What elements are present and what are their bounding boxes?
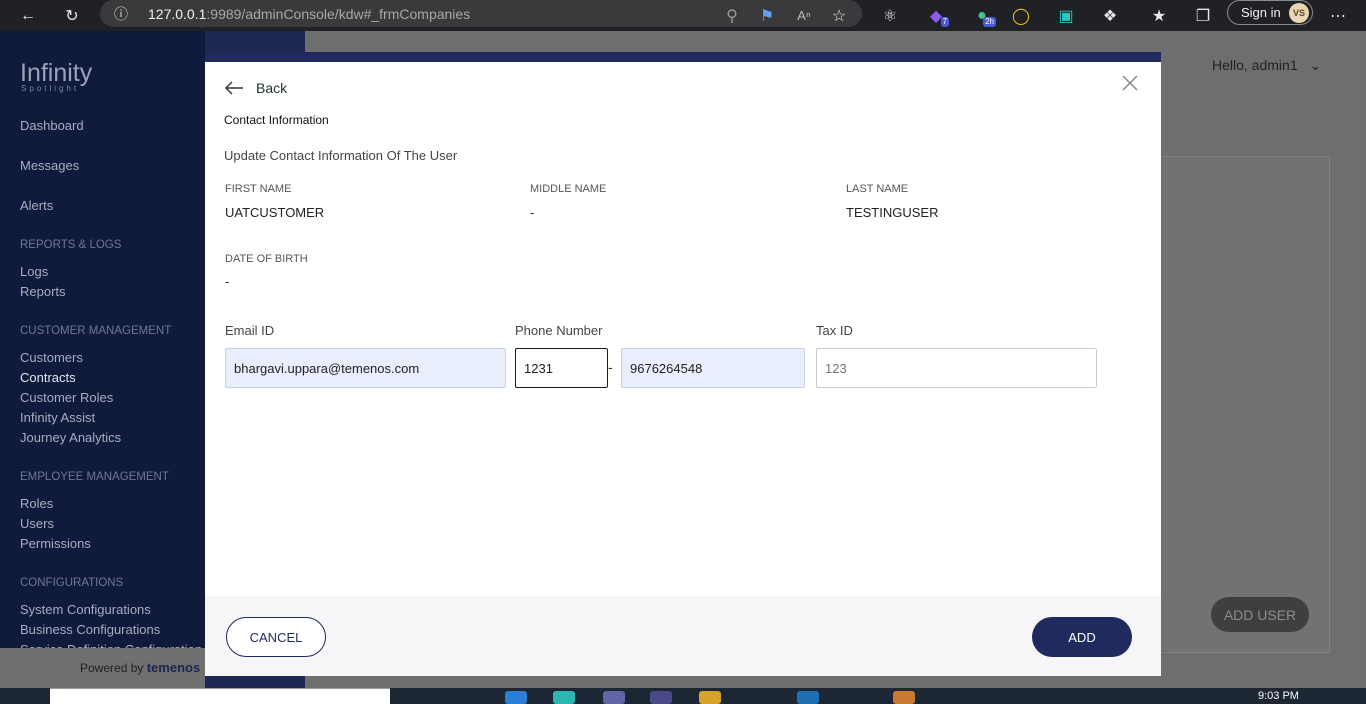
extension-badge: 7 — [940, 17, 949, 27]
sidebar-section-configurations: CONFIGURATIONS — [20, 577, 124, 589]
sign-in-label: Sign in — [1241, 5, 1281, 20]
sign-in-button[interactable]: Sign in VS — [1227, 0, 1313, 25]
sidebar-item-contracts[interactable]: Contracts — [20, 370, 76, 385]
powered-by-label: Powered by — [80, 661, 144, 675]
phone-label: Phone Number — [515, 323, 603, 338]
sidebar-item-infinity-assist[interactable]: Infinity Assist — [20, 410, 95, 425]
browser-toolbar: ← ↻ ⓘ 127.0.0.1:9989/adminConsole/kdw#_f… — [0, 0, 1366, 31]
chevron-down-icon: ⌄ — [1309, 57, 1322, 73]
sidebar-item-reports[interactable]: Reports — [20, 284, 66, 299]
app-icon[interactable] — [797, 691, 819, 704]
sidebar-item-logs[interactable]: Logs — [20, 264, 48, 279]
back-arrow-icon — [225, 81, 243, 95]
sidebar-item-customer-roles[interactable]: Customer Roles — [20, 390, 113, 405]
site-info-icon[interactable]: ⓘ — [114, 4, 136, 24]
tax-id-label: Tax ID — [816, 323, 853, 338]
back-link[interactable]: Back — [224, 80, 287, 96]
os-taskbar: 9:03 PM — [0, 688, 1366, 704]
taskbar-clock: 9:03 PM — [1258, 690, 1299, 702]
sidebar-item-users[interactable]: Users — [20, 516, 54, 531]
add-button[interactable]: ADD — [1032, 617, 1132, 657]
middle-name-value: - — [530, 205, 535, 220]
phone-separator: - — [608, 359, 613, 375]
app-logo-subtitle: Spotlight — [21, 84, 80, 93]
vscode-icon[interactable] — [505, 691, 527, 704]
first-name-value: UATCUSTOMER — [225, 205, 325, 220]
sidebar-section-reports: REPORTS & LOGS — [20, 239, 122, 251]
folder-icon[interactable] — [699, 691, 721, 704]
app-icon[interactable] — [893, 691, 915, 704]
url-host: 127.0.0.1 — [148, 5, 207, 22]
more-menu-icon[interactable]: ⋯ — [1326, 0, 1350, 31]
read-aloud-icon[interactable]: Aⁿ — [794, 0, 814, 31]
sidebar-section-employee-management: EMPLOYEE MANAGEMENT — [20, 471, 169, 483]
tax-id-input[interactable] — [816, 348, 1097, 388]
last-name-label: LAST NAME — [846, 183, 909, 195]
react-devtools-icon[interactable]: ⚛ — [879, 0, 901, 31]
modal-top-bar — [205, 52, 1161, 62]
email-field[interactable] — [225, 348, 506, 388]
dob-value: - — [225, 274, 230, 289]
cancel-button[interactable]: CANCEL — [226, 617, 326, 657]
reload-icon[interactable]: ↻ — [58, 0, 86, 31]
add-user-button[interactable]: ADD USER — [1211, 597, 1309, 632]
sidebar-item-messages[interactable]: Messages — [20, 158, 79, 173]
last-name-value: TESTINGUSER — [846, 205, 939, 220]
tag-icon[interactable]: ⚑ — [756, 0, 778, 31]
sidebar-item-system-configurations[interactable]: System Configurations — [20, 602, 151, 617]
extension-green-icon[interactable]: ● 2h — [970, 0, 996, 31]
sidebar-item-roles[interactable]: Roles — [20, 496, 53, 511]
key-icon[interactable]: ⚲ — [722, 0, 742, 31]
teams-icon[interactable] — [603, 691, 625, 704]
phone-country-code-input[interactable] — [515, 348, 608, 388]
sidebar-item-permissions[interactable]: Permissions — [20, 536, 91, 551]
extension-teal-icon[interactable]: ▣ — [1055, 0, 1077, 31]
dob-label: DATE OF BIRTH — [225, 253, 308, 265]
sidebar-section-customer-management: CUSTOMER MANAGEMENT — [20, 325, 172, 337]
modal-title: Contact Information — [224, 113, 329, 127]
favorites-icon[interactable]: ★ — [1148, 0, 1170, 31]
greeting-text: Hello, admin1 — [1212, 57, 1298, 73]
sidebar-item-alerts[interactable]: Alerts — [20, 198, 53, 213]
contact-info-modal: Back Contact Information Update Contact … — [205, 52, 1161, 676]
taskbar-search[interactable] — [50, 688, 390, 704]
middle-name-label: MIDDLE NAME — [530, 183, 607, 195]
extensions-puzzle-icon[interactable]: ❖ — [1099, 0, 1121, 31]
favorite-add-icon[interactable]: ☆ — [829, 0, 849, 31]
powered-brand: temenos — [146, 660, 201, 675]
modal-subtitle: Update Contact Information Of The User — [224, 148, 458, 163]
user-greeting[interactable]: Hello, admin1 ⌄ — [1212, 57, 1321, 74]
back-label: Back — [256, 80, 288, 96]
extension-badge: 2h — [983, 17, 996, 27]
sidebar-item-customers[interactable]: Customers — [20, 350, 83, 365]
sidebar-item-dashboard[interactable]: Dashboard — [20, 118, 84, 133]
extension-purple-icon[interactable]: ◆ 7 — [925, 0, 949, 31]
sidebar-item-business-configurations[interactable]: Business Configurations — [20, 622, 160, 637]
extension-ring-icon[interactable]: ◯ — [1011, 0, 1031, 31]
phone-number-input[interactable] — [621, 348, 805, 388]
edge-icon[interactable] — [553, 691, 575, 704]
collections-icon[interactable]: ❐ — [1192, 0, 1214, 31]
app-icon[interactable] — [650, 691, 672, 704]
address-bar[interactable]: ⓘ 127.0.0.1:9989/adminConsole/kdw#_frmCo… — [100, 0, 862, 27]
avatar: VS — [1289, 3, 1309, 23]
email-label: Email ID — [225, 323, 275, 338]
modal-footer: CANCEL ADD — [205, 596, 1161, 676]
url-path: :9989/adminConsole/kdw#_frmCompanies — [206, 5, 471, 22]
back-arrow-icon[interactable]: ← — [14, 0, 42, 31]
close-icon[interactable] — [1121, 74, 1139, 92]
powered-by: Powered by temenos — [0, 648, 205, 688]
first-name-label: FIRST NAME — [225, 183, 292, 195]
sidebar-item-journey-analytics[interactable]: Journey Analytics — [20, 430, 121, 445]
content-panel — [1160, 156, 1330, 653]
